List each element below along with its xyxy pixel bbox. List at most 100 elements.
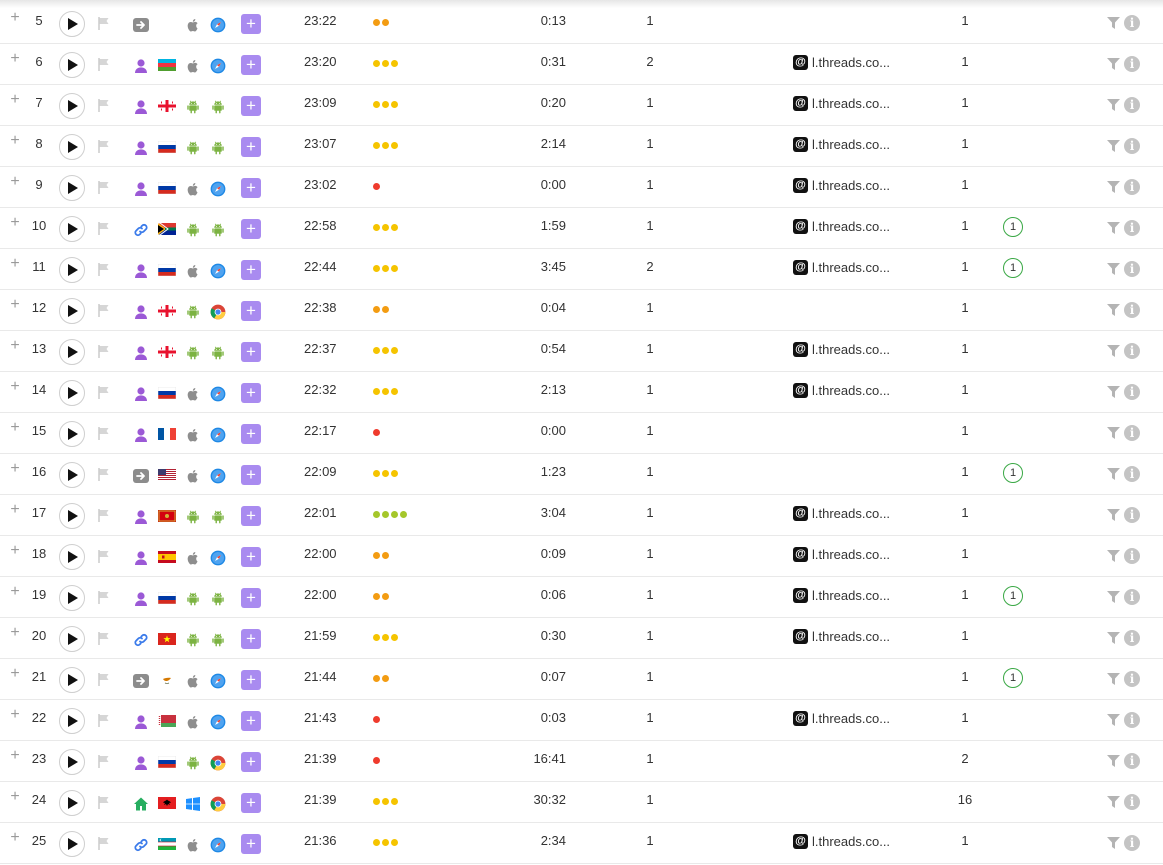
bookmark-flag-icon[interactable] (98, 181, 110, 197)
add-tag-button[interactable]: + (241, 834, 261, 854)
filter-icon[interactable] (1107, 99, 1120, 114)
play-recording-button[interactable] (59, 134, 85, 160)
play-recording-button[interactable] (59, 585, 85, 611)
expand-row-icon[interactable]: + (8, 133, 22, 149)
info-icon[interactable]: i (1124, 507, 1140, 523)
filter-icon[interactable] (1107, 550, 1120, 565)
expand-row-icon[interactable]: + (8, 297, 22, 313)
add-tag-button[interactable]: + (241, 137, 261, 157)
play-recording-button[interactable] (59, 749, 85, 775)
info-icon[interactable]: i (1124, 548, 1140, 564)
expand-row-icon[interactable]: + (8, 584, 22, 600)
info-icon[interactable]: i (1124, 15, 1140, 31)
play-recording-button[interactable] (59, 421, 85, 447)
expand-row-icon[interactable]: + (8, 92, 22, 108)
info-icon[interactable]: i (1124, 302, 1140, 318)
referrer-link[interactable]: @ l.threads.co... (793, 587, 890, 603)
play-recording-button[interactable] (59, 257, 85, 283)
expand-row-icon[interactable]: + (8, 830, 22, 846)
bookmark-flag-icon[interactable] (98, 263, 110, 279)
bookmark-flag-icon[interactable] (98, 550, 110, 566)
referrer-link[interactable]: @ l.threads.co... (793, 95, 890, 111)
play-recording-button[interactable] (59, 175, 85, 201)
info-icon[interactable]: i (1124, 753, 1140, 769)
referrer-link[interactable]: @ l.threads.co... (793, 259, 890, 275)
add-tag-button[interactable]: + (241, 629, 261, 649)
add-tag-button[interactable]: + (241, 547, 261, 567)
expand-row-icon[interactable]: + (8, 10, 22, 26)
expand-row-icon[interactable]: + (8, 379, 22, 395)
play-recording-button[interactable] (59, 708, 85, 734)
info-icon[interactable]: i (1124, 179, 1140, 195)
bookmark-flag-icon[interactable] (98, 140, 110, 156)
filter-icon[interactable] (1107, 837, 1120, 852)
info-icon[interactable]: i (1124, 384, 1140, 400)
expand-row-icon[interactable]: + (8, 789, 22, 805)
info-icon[interactable]: i (1124, 835, 1140, 851)
bookmark-flag-icon[interactable] (98, 591, 110, 607)
play-recording-button[interactable] (59, 790, 85, 816)
expand-row-icon[interactable]: + (8, 543, 22, 559)
filter-icon[interactable] (1107, 222, 1120, 237)
play-recording-button[interactable] (59, 462, 85, 488)
play-recording-button[interactable] (59, 52, 85, 78)
info-icon[interactable]: i (1124, 97, 1140, 113)
bookmark-flag-icon[interactable] (98, 427, 110, 443)
info-icon[interactable]: i (1124, 589, 1140, 605)
bookmark-flag-icon[interactable] (98, 17, 110, 33)
bookmark-flag-icon[interactable] (98, 386, 110, 402)
info-icon[interactable]: i (1124, 712, 1140, 728)
info-icon[interactable]: i (1124, 425, 1140, 441)
filter-icon[interactable] (1107, 427, 1120, 442)
info-icon[interactable]: i (1124, 138, 1140, 154)
referrer-link[interactable]: @ l.threads.co... (793, 341, 890, 357)
add-tag-button[interactable]: + (241, 506, 261, 526)
play-recording-button[interactable] (59, 11, 85, 37)
play-recording-button[interactable] (59, 339, 85, 365)
bookmark-flag-icon[interactable] (98, 673, 110, 689)
filter-icon[interactable] (1107, 673, 1120, 688)
bookmark-flag-icon[interactable] (98, 714, 110, 730)
info-icon[interactable]: i (1124, 466, 1140, 482)
filter-icon[interactable] (1107, 304, 1120, 319)
bookmark-flag-icon[interactable] (98, 837, 110, 853)
filter-icon[interactable] (1107, 468, 1120, 483)
play-recording-button[interactable] (59, 298, 85, 324)
expand-row-icon[interactable]: + (8, 748, 22, 764)
expand-row-icon[interactable]: + (8, 256, 22, 272)
referrer-link[interactable]: @ l.threads.co... (793, 218, 890, 234)
expand-row-icon[interactable]: + (8, 51, 22, 67)
expand-row-icon[interactable]: + (8, 420, 22, 436)
referrer-link[interactable]: @ l.threads.co... (793, 505, 890, 521)
referrer-link[interactable]: @ l.threads.co... (793, 833, 890, 849)
play-recording-button[interactable] (59, 626, 85, 652)
add-tag-button[interactable]: + (241, 383, 261, 403)
info-icon[interactable]: i (1124, 261, 1140, 277)
add-tag-button[interactable]: + (241, 178, 261, 198)
play-recording-button[interactable] (59, 831, 85, 857)
add-tag-button[interactable]: + (241, 55, 261, 75)
bookmark-flag-icon[interactable] (98, 99, 110, 115)
info-icon[interactable]: i (1124, 220, 1140, 236)
play-recording-button[interactable] (59, 667, 85, 693)
referrer-link[interactable]: @ l.threads.co... (793, 628, 890, 644)
add-tag-button[interactable]: + (241, 96, 261, 116)
info-icon[interactable]: i (1124, 343, 1140, 359)
bookmark-flag-icon[interactable] (98, 58, 110, 74)
referrer-link[interactable]: @ l.threads.co... (793, 382, 890, 398)
filter-icon[interactable] (1107, 140, 1120, 155)
expand-row-icon[interactable]: + (8, 338, 22, 354)
expand-row-icon[interactable]: + (8, 174, 22, 190)
add-tag-button[interactable]: + (241, 588, 261, 608)
add-tag-button[interactable]: + (241, 670, 261, 690)
filter-icon[interactable] (1107, 263, 1120, 278)
filter-icon[interactable] (1107, 591, 1120, 606)
add-tag-button[interactable]: + (241, 465, 261, 485)
filter-icon[interactable] (1107, 58, 1120, 73)
bookmark-flag-icon[interactable] (98, 632, 110, 648)
filter-icon[interactable] (1107, 345, 1120, 360)
expand-row-icon[interactable]: + (8, 502, 22, 518)
add-tag-button[interactable]: + (241, 260, 261, 280)
bookmark-flag-icon[interactable] (98, 509, 110, 525)
play-recording-button[interactable] (59, 380, 85, 406)
